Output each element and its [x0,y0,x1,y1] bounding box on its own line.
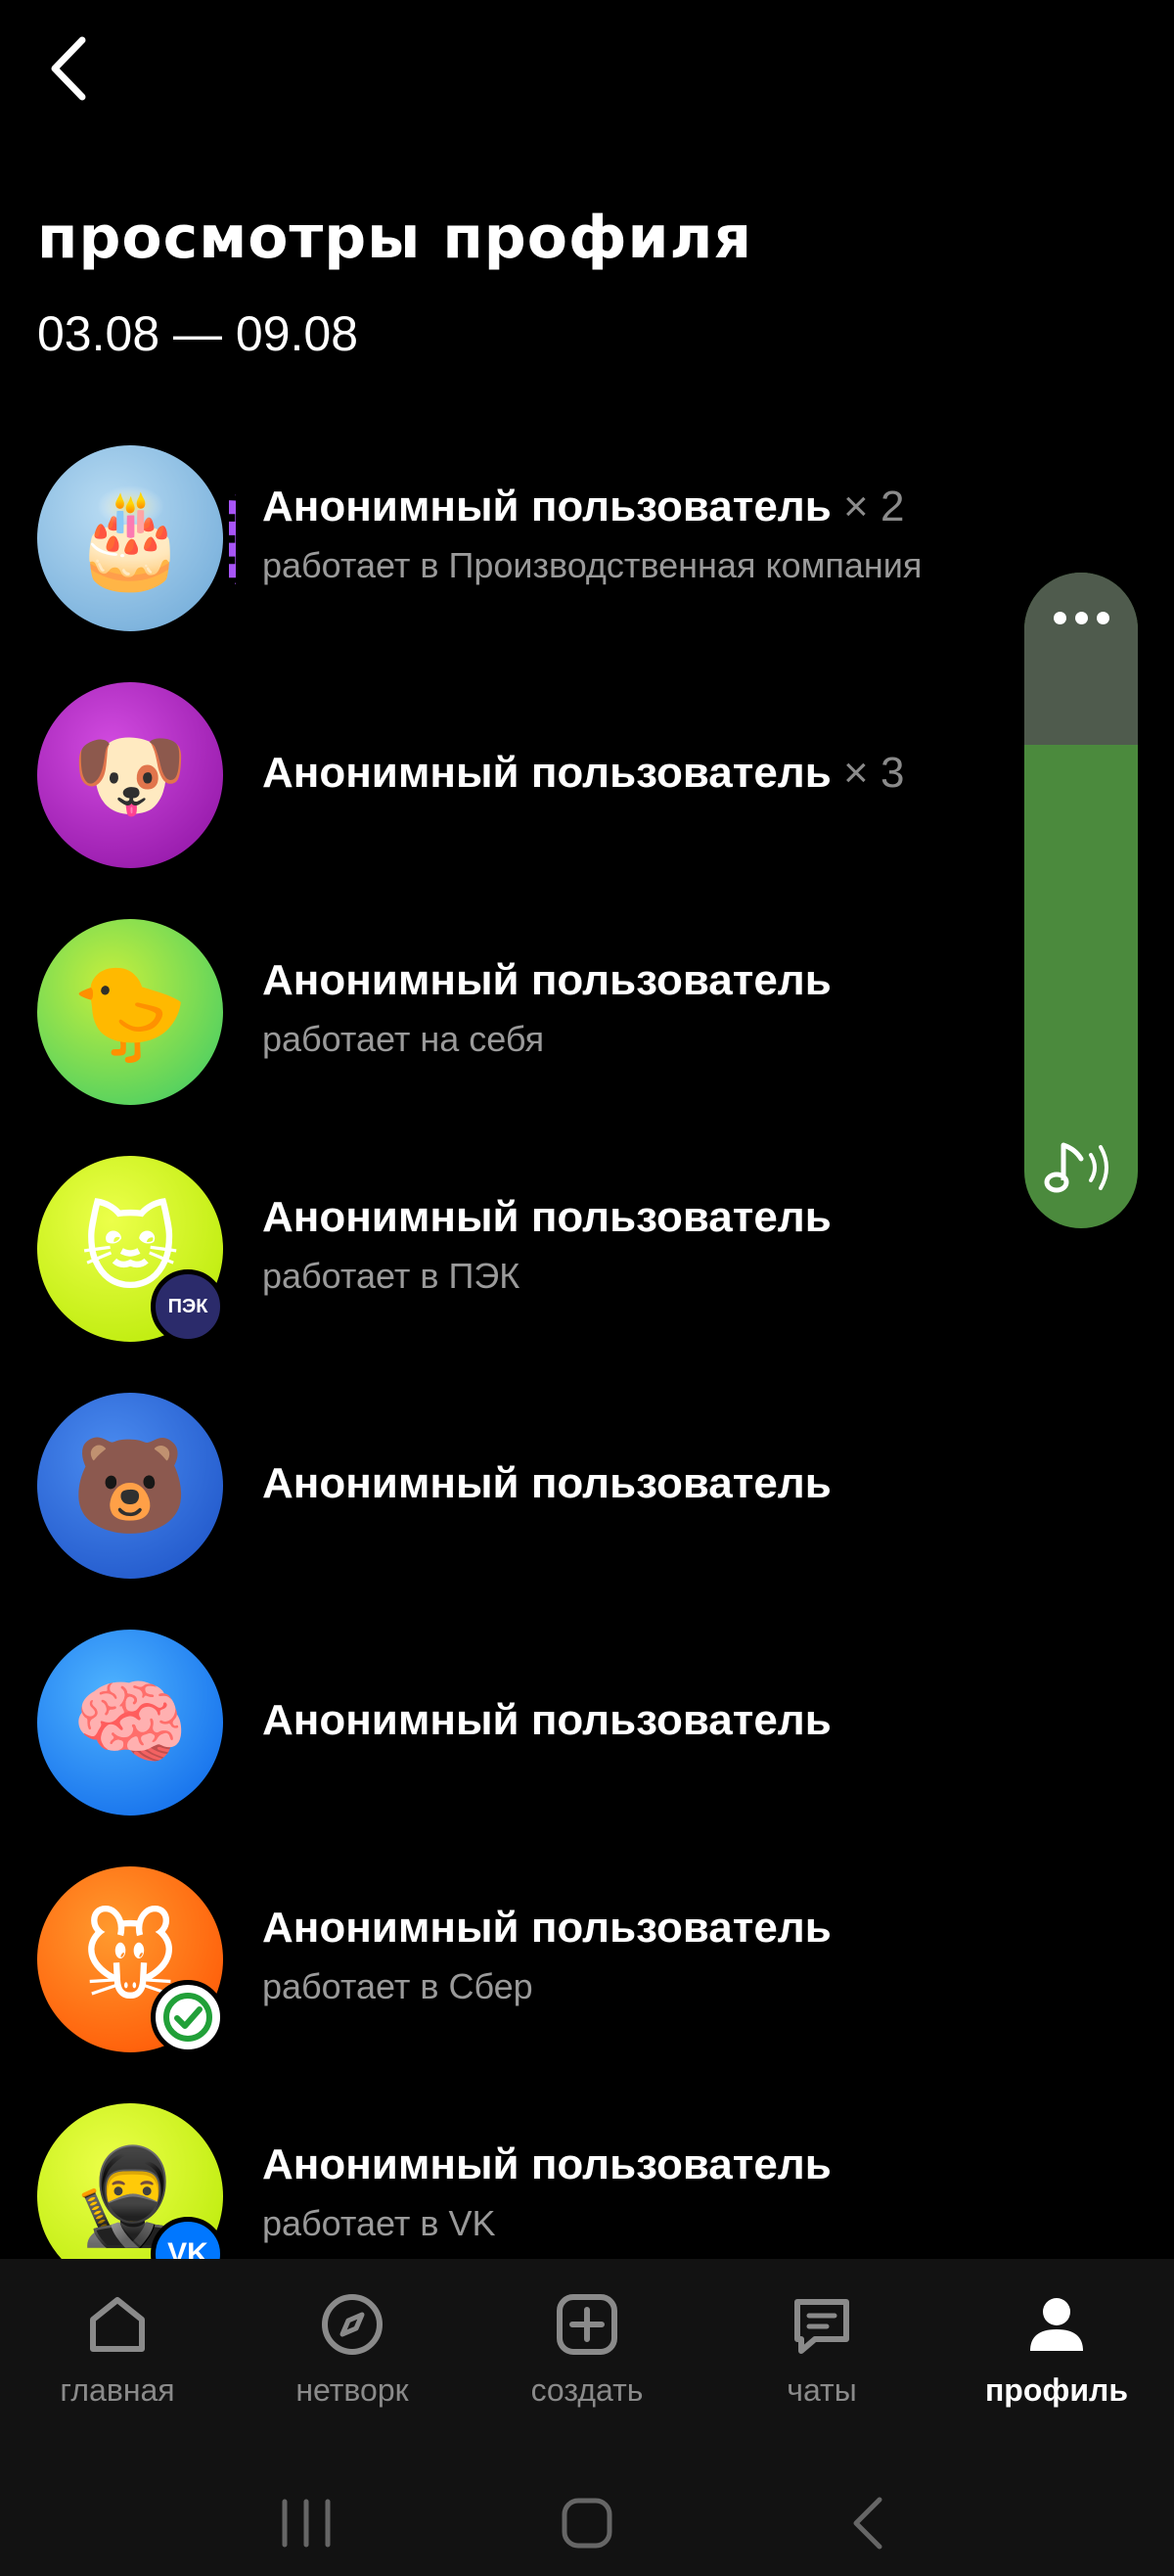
brain-emoji-icon: 🧠 [71,1667,189,1777]
avatar: 🐱 ПЭК [37,1156,225,1344]
compass-icon [322,2294,383,2355]
back-chevron-icon [853,2497,882,2549]
list-item[interactable]: 🎂 Анонимный пользователь × 2 работает в … [0,445,1174,641]
nav-item-create[interactable]: создать [470,2259,704,2469]
nav-item-profile[interactable]: профиль [939,2259,1174,2469]
back-system-button[interactable] [809,2484,926,2562]
home-system-button[interactable] [528,2484,646,2562]
chat-icon [794,2299,849,2354]
list-item[interactable]: 🐱 ПЭК Анонимный пользователь работает в … [0,1156,1174,1352]
system-navigation-bar [0,2469,1174,2576]
nav-item-home[interactable]: главная [0,2259,235,2469]
date-range: 03.08 — 09.08 [37,306,359,361]
viewer-workplace: работает на себя [262,1019,545,1059]
list-item[interactable]: 🐶 Анонимный пользователь × 3 [0,682,1174,878]
list-item[interactable]: 🐭 Анонимный пользователь работает в Сбер [0,1866,1174,2062]
dog-emoji-icon: 🐶 [71,719,189,830]
viewer-name: Анонимный пользователь [262,956,832,1004]
viewer-name: Анонимный пользователь [262,749,832,797]
nav-label: профиль [984,2372,1129,2408]
story-indicator [229,494,243,584]
list-item[interactable]: 🐻 Анонимный пользователь [0,1393,1174,1588]
nav-item-network[interactable]: нетворк [235,2259,470,2469]
avatar: 🧠 [37,1630,223,1816]
plus-square-icon [557,2294,617,2355]
view-count: × 2 [843,483,905,530]
viewer-name: Анонимный пользователь [262,1193,832,1241]
viewer-name: Анонимный пользователь [262,1459,832,1507]
list-item[interactable]: 🐤 Анонимный пользователь работает на себ… [0,919,1174,1115]
home-icon [90,2297,145,2352]
nav-label: нетворк [295,2372,409,2408]
company-badge [151,1980,225,2054]
back-button[interactable] [29,29,108,108]
list-item[interactable]: 🧠 Анонимный пользователь [0,1630,1174,1825]
viewer-name: Анонимный пользователь [262,483,832,530]
more-dots-icon [1053,612,1109,745]
volume-panel[interactable] [1024,573,1138,1228]
bottom-navigation: главная нетворк создать чаты профиль [0,2259,1174,2469]
nav-item-chats[interactable]: чаты [704,2259,939,2469]
profile-icon [1030,2298,1083,2351]
home-square-icon [562,2498,612,2548]
chevron-left-icon [51,36,86,101]
viewer-workplace: работает в ПЭК [262,1256,520,1296]
viewer-workplace: работает в VK [262,2203,496,2243]
nav-label: чаты [787,2372,857,2408]
viewer-workplace: работает в Производственная компания [262,545,923,585]
avatar: 🎂 [37,445,223,631]
music-volume-icon [1042,1133,1120,1207]
chick-emoji-icon: 🐤 [71,956,189,1067]
avatar: 🐶 [37,682,223,868]
recent-apps-icon [282,2499,331,2547]
volume-more-button[interactable] [1024,573,1138,745]
check-icon [163,1993,212,2042]
nav-label: создать [530,2372,644,2408]
avatar: 🐭 [37,1866,225,2054]
view-count: × 3 [843,749,905,797]
avatar: 🐻 [37,1393,223,1579]
bear-emoji-icon: 🐻 [71,1430,189,1541]
page-title: просмотры профиля [37,204,752,272]
cake-emoji-icon: 🎂 [71,483,189,593]
recent-apps-button[interactable] [248,2484,365,2562]
viewer-name: Анонимный пользователь [262,1696,832,1744]
list-item[interactable]: 🥷 VK Анонимный пользователь работает в V… [0,2103,1174,2260]
viewer-name: Анонимный пользователь [262,1904,832,1952]
avatar: 🐤 [37,919,223,1105]
viewer-name: Анонимный пользователь [262,2140,832,2188]
avatar: 🥷 VK [37,2103,225,2260]
nav-label: главная [60,2372,175,2408]
viewer-workplace: работает в Сбер [262,1966,533,2006]
company-badge: ПЭК [151,1269,225,1344]
